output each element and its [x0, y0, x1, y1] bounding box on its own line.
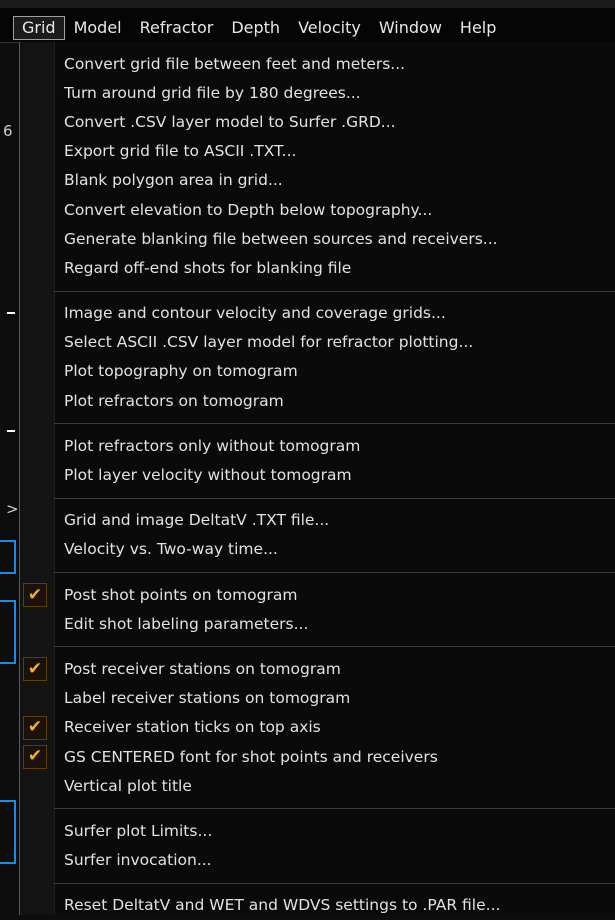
menu-item[interactable]: Blank polygon area in grid... — [20, 166, 615, 195]
menu-item[interactable]: Plot topography on tomogram — [20, 357, 615, 386]
background-contour — [0, 800, 16, 864]
menu-model[interactable]: Model — [65, 16, 131, 40]
menu-help[interactable]: Help — [451, 16, 505, 40]
menu-item[interactable]: Turn around grid file by 180 degrees... — [20, 78, 615, 107]
menu-item-label: Plot layer velocity without tomogram — [64, 466, 352, 485]
menu-item-label: Plot refractors only without tomogram — [64, 436, 361, 455]
background-contour — [0, 600, 16, 664]
menu-item-label: Plot topography on tomogram — [64, 362, 298, 381]
menu-item[interactable]: Surfer invocation... — [20, 846, 615, 875]
menu-separator — [54, 423, 615, 425]
menu-item-label: Convert grid file between feet and meter… — [64, 54, 406, 73]
menu-group: Reset DeltatV and WET and WDVS settings … — [20, 891, 615, 920]
menu-group: ✔ Post shot points on tomogram Edit shot l… — [20, 580, 615, 638]
menu-item[interactable]: Velocity vs. Two-way time... — [20, 535, 615, 564]
menu-item[interactable]: ✔ Post shot points on tomogram — [20, 580, 615, 609]
grid-menu-list: Convert grid file between feet and meter… — [20, 49, 615, 920]
menu-item-label: Label receiver stations on tomogram — [64, 689, 351, 708]
menu-item[interactable]: Convert elevation to Depth below topogra… — [20, 195, 615, 224]
menu-item-label: Edit shot labeling parameters... — [64, 614, 309, 633]
checkmark-icon: ✔ — [23, 715, 47, 740]
menu-item-label: Select ASCII .CSV layer model for refrac… — [64, 333, 474, 352]
menu-group: Grid and image DeltatV .TXT file... Veloc… — [20, 506, 615, 564]
menu-item[interactable]: Image and contour velocity and coverage … — [20, 299, 615, 328]
menu-bar: Grid Model Refractor Depth Velocity Window Hel… — [0, 0, 615, 43]
menu-item-label: Surfer invocation... — [64, 851, 212, 870]
menu-group: Convert grid file between feet and meter… — [20, 49, 615, 283]
menu-item-label: Velocity vs. Two-way time... — [64, 540, 278, 559]
menu-item-label: Plot refractors on tomogram — [64, 391, 284, 410]
menu-item-label: Reset DeltatV and WET and WDVS settings … — [64, 896, 501, 915]
menu-item-label: Convert elevation to Depth below topogra… — [64, 200, 433, 219]
menu-depth[interactable]: Depth — [222, 16, 289, 40]
menu-item-label: Receiver station ticks on top axis — [64, 718, 321, 737]
menu-item[interactable]: Plot refractors on tomogram — [20, 386, 615, 415]
menu-item[interactable]: ✔ Post receiver stations on tomogram — [20, 654, 615, 683]
grid-menu-dropdown: Convert grid file between feet and meter… — [19, 42, 615, 915]
menu-separator — [54, 497, 615, 499]
menu-item-label: Surfer plot Limits... — [64, 821, 213, 840]
menu-item[interactable]: Convert grid file between feet and meter… — [20, 49, 615, 78]
checkmark-icon: ✔ — [23, 657, 47, 682]
menu-item[interactable]: Plot layer velocity without tomogram — [20, 460, 615, 489]
menu-item-label: Image and contour velocity and coverage … — [64, 304, 446, 323]
menu-bar-items: Grid Model Refractor Depth Velocity Window Hel… — [13, 16, 505, 40]
menu-separator — [54, 882, 615, 884]
background-contour — [0, 540, 16, 574]
menu-item-label: Vertical plot title — [64, 776, 192, 795]
menu-item-label: Generate blanking file between sources a… — [64, 229, 498, 248]
checkmark-icon: ✔ — [23, 744, 47, 769]
menu-item[interactable]: Plot refractors only without tomogram — [20, 431, 615, 460]
menu-item[interactable]: Generate blanking file between sources a… — [20, 224, 615, 253]
menu-item-label: Post receiver stations on tomogram — [64, 659, 341, 678]
menu-group: Plot refractors only without tomogram Plo… — [20, 431, 615, 489]
menu-separator — [54, 646, 615, 648]
menu-item[interactable]: Select ASCII .CSV layer model for refrac… — [20, 328, 615, 357]
menu-separator — [54, 808, 615, 810]
menu-refractor[interactable]: Refractor — [131, 16, 223, 40]
menu-item-label: Export grid file to ASCII .TXT... — [64, 142, 297, 161]
menu-separator — [54, 290, 615, 292]
background-fragment-6: 6 — [3, 122, 13, 140]
menu-item[interactable]: Convert .CSV layer model to Surfer .GRD.… — [20, 107, 615, 136]
menu-grid[interactable]: Grid — [13, 16, 65, 40]
menu-item[interactable]: Regard off-end shots for blanking file — [20, 253, 615, 282]
menu-item-label: Turn around grid file by 180 degrees... — [64, 83, 361, 102]
menu-group: ✔ Post receiver stations on tomogram Label… — [20, 654, 615, 800]
menu-item-label: Post shot points on tomogram — [64, 585, 298, 604]
window-title-strip — [0, 0, 615, 8]
menu-item-label: Blank polygon area in grid... — [64, 171, 283, 190]
menu-item[interactable]: Surfer plot Limits... — [20, 816, 615, 845]
menu-item-label: GS CENTERED font for shot points and rec… — [64, 747, 438, 766]
menu-item-label: Regard off-end shots for blanking file — [64, 258, 352, 277]
menu-item-label: Grid and image DeltatV .TXT file... — [64, 511, 330, 530]
menu-item[interactable]: Grid and image DeltatV .TXT file... — [20, 506, 615, 535]
menu-item[interactable]: Export grid file to ASCII .TXT... — [20, 137, 615, 166]
menu-item[interactable]: ✔ Receiver station ticks on top axis — [20, 713, 615, 742]
menu-velocity[interactable]: Velocity — [289, 16, 370, 40]
menu-window[interactable]: Window — [370, 16, 451, 40]
background-tick — [7, 312, 15, 314]
menu-item-label: Convert .CSV layer model to Surfer .GRD.… — [64, 112, 396, 131]
menu-separator — [54, 572, 615, 573]
menu-group: Image and contour velocity and coverage … — [20, 299, 615, 416]
menu-item[interactable]: Reset DeltatV and WET and WDVS settings … — [20, 891, 615, 920]
menu-item[interactable]: Edit shot labeling parameters... — [20, 609, 615, 638]
background-fragment-gt: > — [6, 500, 19, 518]
background-tick — [7, 430, 15, 432]
menu-item[interactable]: Label receiver stations on tomogram — [20, 684, 615, 713]
menu-item[interactable]: Vertical plot title — [20, 771, 615, 800]
menu-item[interactable]: ✔ GS CENTERED font for shot points and re… — [20, 742, 615, 771]
menu-group: Surfer plot Limits... Surfer invocation..… — [20, 816, 615, 874]
checkmark-icon: ✔ — [23, 583, 47, 607]
